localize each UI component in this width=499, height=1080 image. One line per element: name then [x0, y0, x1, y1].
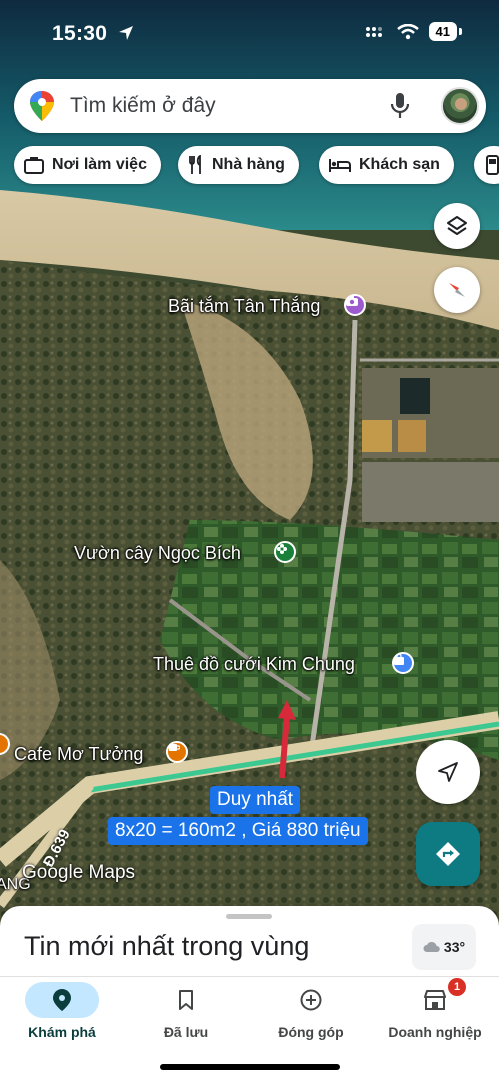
nav-contribute-icon-wrap	[274, 982, 348, 1018]
fork-knife-icon	[189, 155, 201, 174]
directions-icon	[436, 842, 460, 866]
flower-icon[interactable]	[274, 541, 296, 563]
coffee-cup-icon[interactable]	[166, 741, 188, 763]
cellular-signal-icon	[365, 26, 382, 37]
place-label-cafe[interactable]: Cafe Mơ Tưởng	[14, 744, 143, 765]
category-chips: Nơi làm việc Nhà hàng Khách sạn	[14, 146, 499, 184]
search-input[interactable]: Tìm kiếm ở đây	[70, 94, 216, 118]
place-label-garden[interactable]: Vườn cây Ngọc Bích	[74, 543, 241, 564]
chip-label: Nơi làm việc	[52, 156, 147, 173]
annotation-price: 8x20 = 160m2 , Giá 880 triệu	[108, 817, 368, 845]
home-indicator	[160, 1064, 340, 1070]
place-label-wedding-shop[interactable]: Thuê đồ cưới Kim Chung	[153, 654, 355, 675]
nav-contribute[interactable]: Đóng góp	[249, 977, 373, 1057]
nav-business-icon-wrap: 1	[398, 978, 472, 1018]
chip-hotels[interactable]: Khách sạn	[319, 146, 454, 184]
nav-business-label: Doanh nghiệp	[388, 1024, 482, 1040]
location-pin-icon	[53, 989, 71, 1011]
nav-saved-label: Đã lưu	[163, 1024, 209, 1040]
nav-saved[interactable]: Đã lưu	[124, 977, 248, 1057]
nav-explore-label: Khám phá	[28, 1024, 96, 1040]
gas-station-icon	[486, 155, 499, 175]
status-bar: 15:30 41	[0, 0, 499, 64]
chip-label: Nhà hàng	[212, 156, 285, 173]
storefront-icon	[424, 990, 446, 1010]
avatar[interactable]	[441, 87, 479, 125]
shopping-bag-icon[interactable]	[392, 652, 414, 674]
nav-business[interactable]: 1 Doanh nghiệp	[373, 977, 497, 1057]
chip-workplace[interactable]: Nơi làm việc	[14, 146, 161, 184]
bed-icon	[329, 159, 351, 172]
notification-badge: 1	[448, 978, 466, 996]
layers-icon	[447, 216, 467, 235]
nav-contribute-label: Đóng góp	[278, 1024, 344, 1040]
nav-saved-icon-wrap	[149, 982, 223, 1018]
directions-button[interactable]	[416, 822, 480, 886]
camera-icon[interactable]	[344, 294, 366, 316]
status-icons: 41	[365, 22, 463, 41]
status-time: 15:30	[52, 22, 108, 45]
add-circle-icon	[300, 989, 322, 1011]
wifi-icon	[396, 23, 419, 39]
place-label-beach[interactable]: Bãi tắm Tân Thắng	[168, 296, 320, 317]
chip-label: Khách sạn	[359, 156, 440, 173]
google-maps-attribution: Google Maps	[22, 862, 136, 883]
microphone-icon[interactable]	[390, 92, 410, 120]
compass-icon	[449, 283, 465, 297]
weather-chip[interactable]: 33°	[412, 924, 476, 970]
nav-explore-icon-wrap	[25, 982, 99, 1018]
annotation-unique: Duy nhất	[210, 786, 301, 814]
weather-temperature: 33°	[443, 939, 466, 955]
google-maps-logo-icon	[30, 91, 54, 121]
location-arrow-icon	[119, 26, 133, 40]
navigation-arrow-icon	[438, 762, 458, 782]
chip-gas-partial[interactable]	[474, 146, 499, 184]
battery-indicator: 41	[428, 22, 463, 41]
nav-explore[interactable]: Khám phá	[0, 977, 124, 1057]
layers-button[interactable]	[434, 203, 480, 249]
compass-button[interactable]	[434, 267, 480, 313]
briefcase-icon	[24, 157, 44, 174]
bookmark-icon	[179, 990, 193, 1010]
sheet-drag-handle[interactable]	[226, 914, 272, 919]
chip-restaurants[interactable]: Nhà hàng	[178, 146, 299, 184]
cloud-icon	[423, 941, 440, 952]
my-location-button[interactable]	[416, 740, 480, 804]
search-bar[interactable]: Tìm kiếm ở đây	[14, 79, 486, 133]
sheet-title: Tin mới nhất trong vùng	[24, 931, 310, 961]
